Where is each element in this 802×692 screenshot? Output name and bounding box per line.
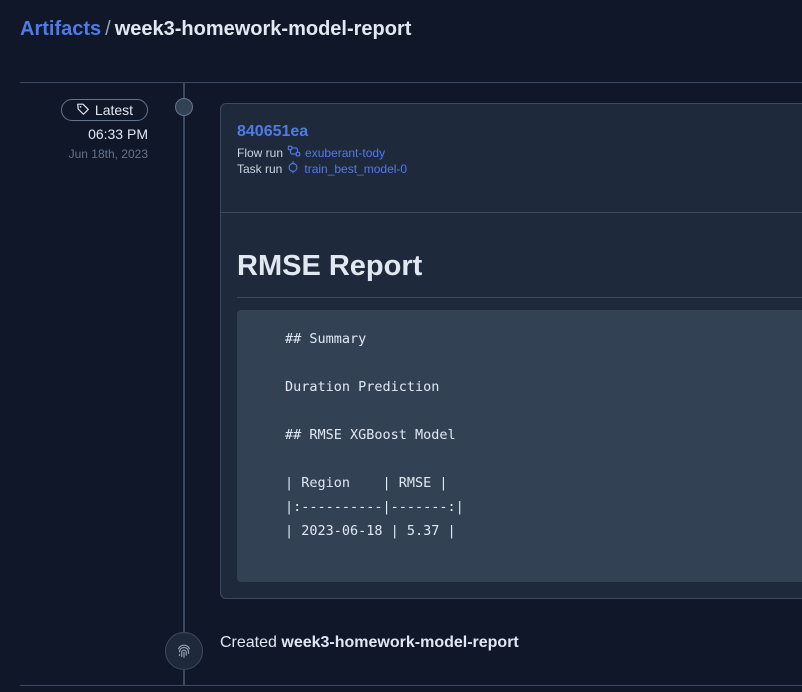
- created-event-text: Created week3-homework-model-report: [220, 634, 519, 652]
- code-line: |:----------|-------:|: [285, 499, 464, 515]
- task-run-label: Task run: [237, 161, 283, 176]
- artifact-id-link[interactable]: 840651ea: [237, 123, 308, 141]
- task-run-row: Task run train_best_model-0: [237, 160, 407, 177]
- title-rule: [237, 297, 802, 298]
- bottom-divider: [20, 685, 802, 686]
- artifact-card: 840651ea Flow run exuberant-tody Task ru…: [220, 103, 802, 599]
- task-run-name: train_best_model-0: [304, 161, 408, 176]
- fingerprint-icon: [165, 632, 203, 670]
- code-line: | Region | RMSE |: [285, 475, 448, 491]
- flow-run-icon: [287, 144, 301, 161]
- created-artifact-name: week3-homework-model-report: [281, 634, 519, 651]
- timeline-dot: [175, 98, 193, 116]
- version-date: Jun 18th, 2023: [68, 147, 148, 161]
- breadcrumb-artifacts-link[interactable]: Artifacts: [20, 18, 101, 40]
- latest-tag-badge: Latest: [61, 99, 148, 121]
- task-run-link[interactable]: train_best_model-0: [286, 160, 407, 177]
- top-divider: [20, 82, 802, 83]
- version-time: 06:33 PM: [88, 126, 148, 142]
- flow-run-row: Flow run exuberant-tody: [237, 144, 385, 161]
- flow-run-link[interactable]: exuberant-tody: [287, 144, 385, 161]
- report-title: RMSE Report: [237, 250, 423, 282]
- flow-run-label: Flow run: [237, 145, 284, 160]
- timeline-line: [183, 83, 185, 685]
- page-title: week3-homework-model-report: [114, 18, 412, 40]
- tag-label: Latest: [94, 102, 134, 118]
- code-line: | 2023-06-18 | 5.37 |: [285, 523, 456, 539]
- code-line: ## RMSE XGBoost Model: [285, 427, 456, 443]
- code-block: ## Summary Duration Prediction ## RMSE X…: [237, 310, 802, 582]
- tag-icon: [76, 102, 90, 119]
- card-divider: [221, 212, 802, 213]
- breadcrumb-separator: /: [105, 18, 111, 40]
- code-line: ## Summary: [285, 331, 367, 347]
- flow-run-name: exuberant-tody: [305, 145, 386, 160]
- code-line: Duration Prediction: [285, 379, 440, 395]
- task-run-icon: [286, 160, 300, 177]
- breadcrumb: Artifacts / week3-homework-model-report: [20, 16, 411, 42]
- created-prefix: Created: [220, 634, 277, 651]
